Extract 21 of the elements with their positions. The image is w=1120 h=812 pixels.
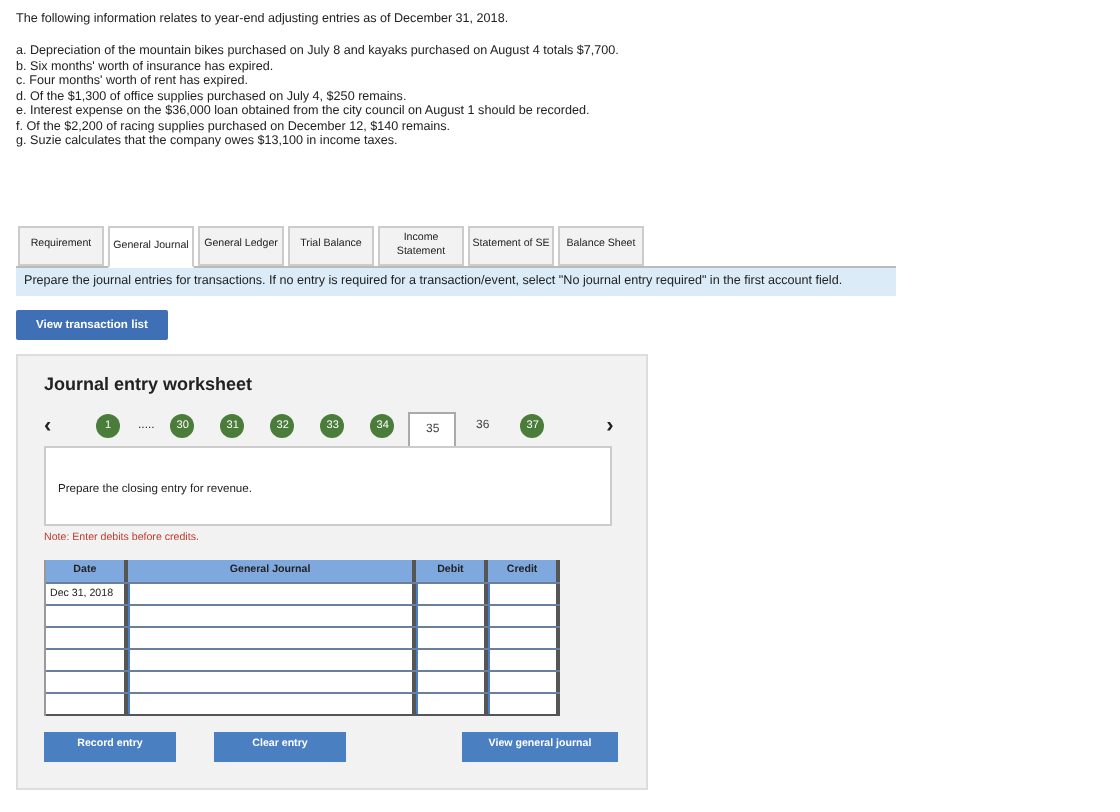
input-field[interactable]	[127, 605, 417, 626]
worksheet-title: Journal entry worksheet	[44, 371, 255, 398]
input-field[interactable]	[488, 583, 560, 604]
input-field[interactable]	[488, 671, 560, 692]
input-field[interactable]	[416, 605, 489, 626]
input-field[interactable]	[416, 693, 489, 714]
input-field[interactable]	[416, 583, 489, 604]
input-field[interactable]	[416, 627, 489, 648]
input-field[interactable]	[127, 671, 417, 692]
input-field[interactable]	[127, 649, 417, 670]
input-field[interactable]	[416, 671, 489, 692]
input-field[interactable]	[127, 693, 417, 714]
input-field[interactable]	[127, 583, 417, 604]
input-field[interactable]	[127, 627, 417, 648]
input-field[interactable]	[488, 649, 560, 670]
input-field[interactable]	[488, 693, 560, 714]
next-button[interactable]: ›	[600, 409, 620, 443]
input-field[interactable]	[488, 627, 560, 648]
input-field[interactable]	[416, 649, 489, 670]
previous-button[interactable]: ‹	[44, 409, 84, 443]
input-field[interactable]	[488, 605, 560, 626]
